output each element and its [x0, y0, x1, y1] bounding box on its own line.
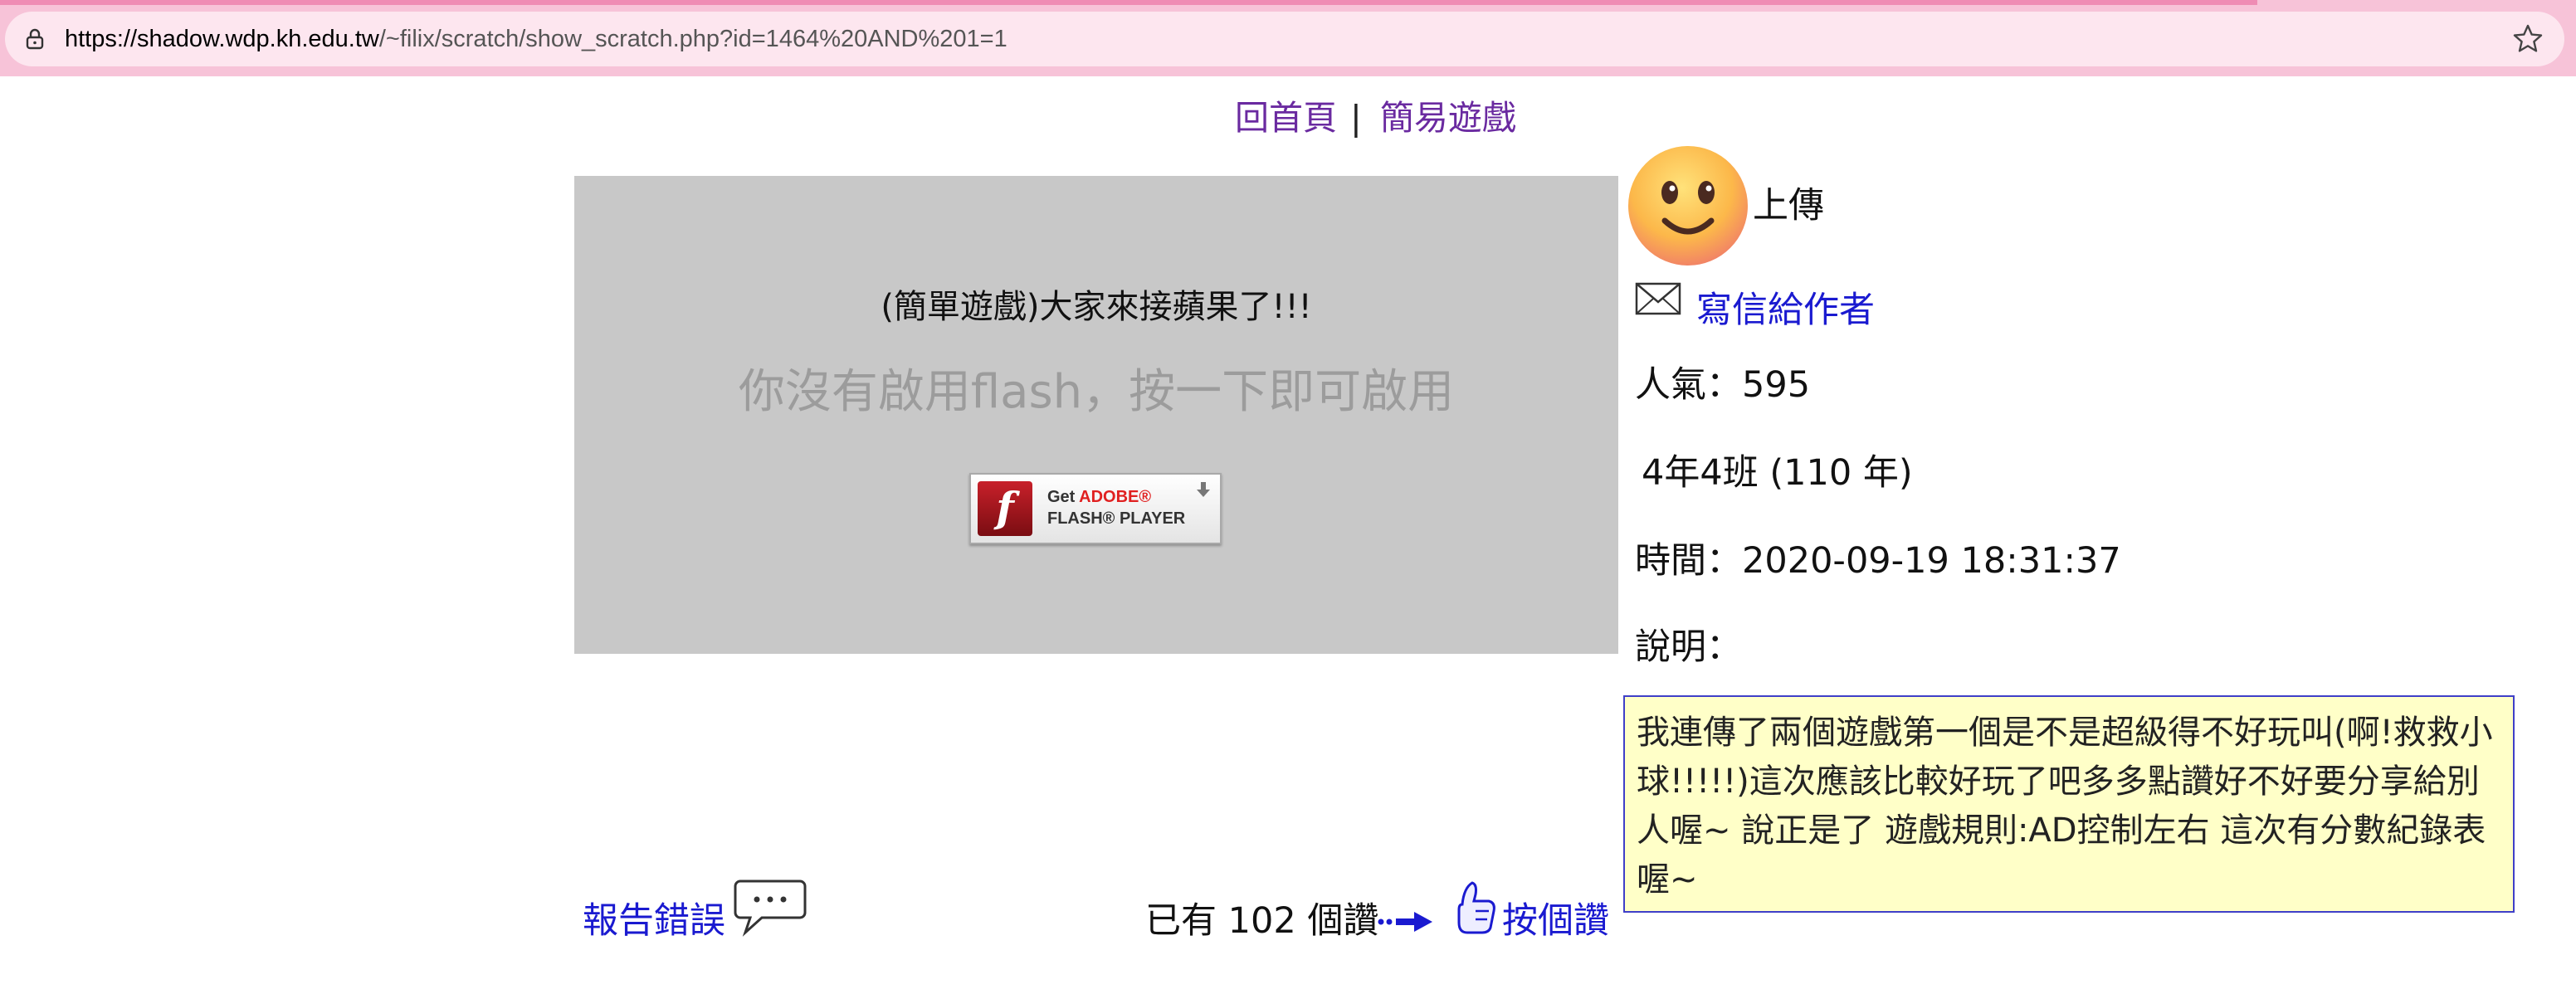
- url-text[interactable]: https://shadow.wdp.kh.edu.tw/~filix/scra…: [65, 23, 1007, 55]
- thumbs-up-icon[interactable]: [1451, 879, 1499, 936]
- flash-button-text: Get ADOBE® FLASH® PLAYER: [1047, 486, 1185, 529]
- toolbar-accent: [0, 0, 2257, 5]
- smiley-avatar-icon: [1628, 146, 1748, 266]
- time-text: 時間：2020-09-19 18:31:37: [1635, 540, 2121, 582]
- likes-count: 已有 102 個讚: [1145, 900, 1379, 942]
- flash-logo-icon: f: [978, 481, 1032, 536]
- class-text: 4年4班 (110 年): [1642, 452, 1913, 494]
- like-button[interactable]: 按個讚: [1502, 896, 1609, 946]
- chat-bubble-icon[interactable]: [734, 876, 807, 938]
- address-bar[interactable]: https://shadow.wdp.kh.edu.tw/~filix/scra…: [5, 12, 2564, 66]
- popularity-text: 人氣：595: [1635, 364, 1811, 406]
- star-icon[interactable]: [2511, 22, 2544, 56]
- lock-icon[interactable]: [22, 26, 48, 52]
- nav-separator: |: [1350, 98, 1362, 138]
- flash-button-get: Get: [1047, 488, 1080, 506]
- top-nav: 回首頁 | 簡易遊戲: [1235, 93, 1516, 143]
- email-author-link[interactable]: 寫信給作者: [1696, 287, 1875, 334]
- flash-player-area[interactable]: (簡單遊戲)大家來接蘋果了!!! 你沒有啟用flash，按一下即可啟用 f Ge…: [574, 176, 1618, 654]
- flash-button-adobe: ADOBE®: [1079, 488, 1152, 506]
- download-icon: [1197, 482, 1210, 497]
- browser-toolbar: https://shadow.wdp.kh.edu.tw/~filix/scra…: [0, 0, 2576, 76]
- simple-games-link[interactable]: 簡易遊戲: [1380, 98, 1516, 138]
- report-error-link[interactable]: 報告錯誤: [583, 896, 725, 946]
- flash-button-player: FLASH® PLAYER: [1047, 509, 1186, 528]
- description-box: 我連傳了兩個遊戲第一個是不是超級得不好玩叫(啊!救救小球!!!!!)這次應該比較…: [1623, 695, 2515, 913]
- mail-icon: [1635, 282, 1681, 315]
- upload-label: 上傳: [1753, 185, 1824, 227]
- get-flash-player-button[interactable]: f Get ADOBE® FLASH® PLAYER: [969, 473, 1222, 544]
- arrow-right-icon: [1378, 912, 1432, 932]
- flash-disabled-hint[interactable]: 你沒有啟用flash，按一下即可啟用: [574, 363, 1618, 421]
- game-title: (簡單遊戲)大家來接蘋果了!!!: [881, 288, 1312, 326]
- home-link[interactable]: 回首頁: [1235, 98, 1337, 138]
- url-path: /~filix/scratch/show_scratch.php?id=1464…: [378, 26, 1007, 52]
- url-host: https://shadow.wdp.kh.edu.tw: [65, 26, 379, 52]
- description-label: 說明：: [1635, 626, 1742, 668]
